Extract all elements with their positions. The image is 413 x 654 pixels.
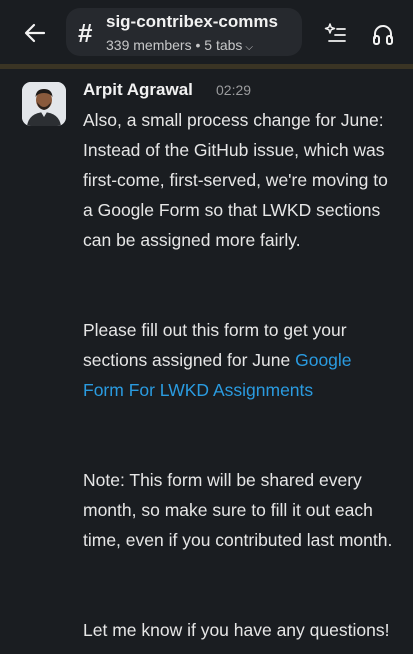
channel-name: sig-contribex-comms <box>106 12 278 31</box>
message-timestamp: 02:29 <box>216 82 252 98</box>
message-paragraph: Let me know if you have any questions! <box>83 620 390 640</box>
message-author[interactable]: Arpit Agrawal <box>83 80 193 100</box>
channel-meta: 339 members • 5 tabs ⌵ <box>106 37 253 53</box>
ai-summary-icon[interactable] <box>323 22 347 46</box>
chevron-down-icon: ⌵ <box>245 42 254 53</box>
back-arrow-icon[interactable] <box>22 20 48 46</box>
top-bar: # sig-contribex-comms 339 members • 5 ta… <box>0 0 413 62</box>
headphones-icon[interactable] <box>371 22 395 46</box>
message-paragraph: Also, a small process change for June: I… <box>83 110 388 250</box>
header-divider <box>0 64 413 69</box>
message-paragraph: Note: This form will be shared every mon… <box>83 470 393 550</box>
message-paragraph: Please fill out this form to get your se… <box>83 315 393 405</box>
avatar[interactable] <box>22 82 66 126</box>
avatar-image <box>22 82 66 126</box>
channel-meta-text: 339 members • 5 tabs <box>106 37 243 53</box>
hash-icon: # <box>78 18 93 48</box>
